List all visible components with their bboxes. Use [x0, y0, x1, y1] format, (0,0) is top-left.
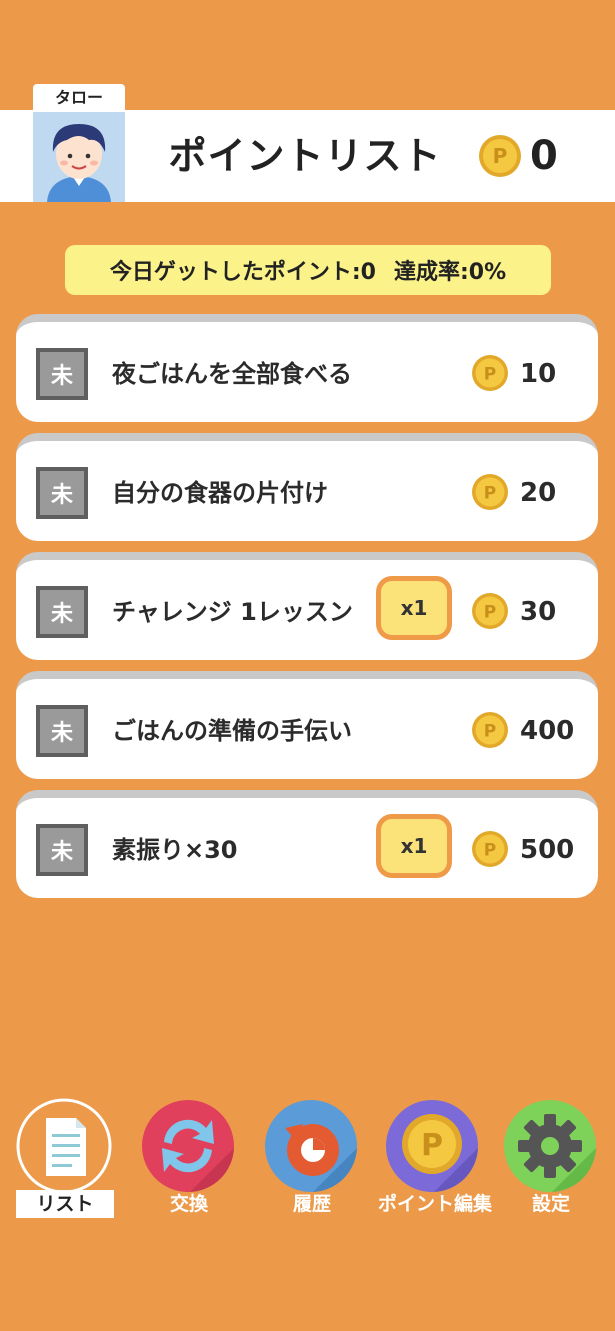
coin-icon: P: [472, 831, 508, 867]
svg-text:P: P: [493, 144, 508, 168]
exchange-icon: [142, 1100, 234, 1192]
multiplier-button[interactable]: x1: [376, 814, 452, 878]
total-points: P 0: [478, 131, 558, 181]
task-status-checkbox[interactable]: 未: [36, 467, 88, 519]
coin-icon: P: [472, 355, 508, 391]
coin-icon: P: [472, 474, 508, 510]
nav-tab-label: ポイント編集: [378, 1193, 493, 1215]
nav-tab-settings[interactable]: 設定: [496, 1098, 606, 1228]
coin-icon: P: [472, 712, 508, 748]
task-points: 10: [520, 359, 557, 389]
today-summary: 今日ゲットしたポイント:0 達成率:0%: [65, 245, 551, 295]
svg-text:P: P: [484, 722, 496, 742]
multiplier-button[interactable]: x1: [376, 576, 452, 640]
task-card[interactable]: 未 素振り×30 x1 P 500: [16, 790, 598, 898]
task-points: 500: [520, 835, 575, 865]
nav-tab-list[interactable]: リスト: [10, 1098, 120, 1228]
nav-tab-label: 交換: [169, 1193, 208, 1215]
achievement-rate-label: 達成率:0%: [393, 260, 507, 285]
nav-tab-label: リスト: [16, 1190, 114, 1218]
svg-text:P: P: [484, 841, 496, 861]
task-card[interactable]: 未 夜ごはんを全部食べる P 10: [16, 314, 598, 422]
task-points: 400: [520, 716, 575, 746]
task-status-checkbox[interactable]: 未: [36, 348, 88, 400]
task-points: 20: [520, 478, 557, 508]
avatar[interactable]: [33, 112, 125, 202]
task-title: ごはんの準備の手伝い: [112, 717, 352, 745]
today-points-label: 今日ゲットしたポイント:0: [109, 260, 376, 285]
nav-tab-exchange[interactable]: 交換: [134, 1098, 244, 1228]
svg-text:P: P: [484, 484, 496, 504]
task-title: 自分の食器の片付け: [112, 479, 328, 507]
task-title: 夜ごはんを全部食べる: [112, 360, 352, 388]
task-title: チャレンジ 1レッスン: [112, 598, 353, 626]
task-card[interactable]: 未 自分の食器の片付け P 20: [16, 433, 598, 541]
coin-icon: P: [479, 135, 521, 177]
coin-icon: P: [472, 593, 508, 629]
coin-icon: P: [386, 1100, 478, 1192]
total-points-value: 0: [530, 133, 558, 179]
svg-text:P: P: [484, 365, 496, 385]
task-status-checkbox[interactable]: 未: [36, 705, 88, 757]
task-card[interactable]: 未 チャレンジ 1レッスン x1 P 30: [16, 552, 598, 660]
task-card[interactable]: 未 ごはんの準備の手伝い P 400: [16, 671, 598, 779]
gear-icon: [504, 1100, 596, 1192]
task-status-checkbox[interactable]: 未: [36, 586, 88, 638]
task-title: 素振り×30: [112, 836, 238, 864]
history-icon: [265, 1100, 357, 1192]
user-profile[interactable]: タロー: [33, 84, 125, 202]
nav-tab-label: 履歴: [292, 1193, 331, 1215]
page-title: ポイントリスト: [168, 134, 442, 178]
nav-tab-point-edit[interactable]: P ポイント編集: [378, 1098, 493, 1228]
document-icon: [16, 1098, 112, 1194]
svg-text:P: P: [421, 1128, 443, 1163]
task-status-checkbox[interactable]: 未: [36, 824, 88, 876]
user-name: タロー: [33, 84, 125, 112]
nav-tab-label: 設定: [531, 1193, 570, 1215]
task-points: 30: [520, 597, 557, 627]
nav-tab-history[interactable]: 履歴: [257, 1098, 367, 1228]
svg-text:P: P: [484, 603, 496, 623]
